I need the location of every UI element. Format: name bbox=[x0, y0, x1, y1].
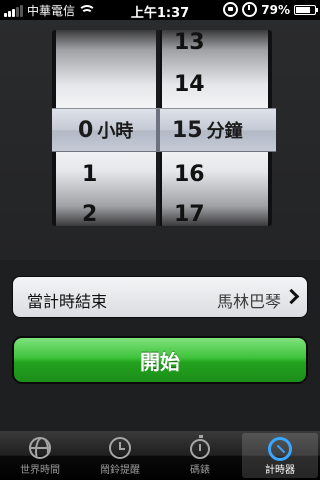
minutes-above-1[interactable]: 13 bbox=[174, 30, 268, 55]
selected-hours-value: 0 bbox=[78, 118, 94, 143]
selected-hours: 0 小時 bbox=[78, 117, 133, 143]
start-button[interactable]: 開始 bbox=[12, 336, 308, 384]
tab-bar: 世界時間 鬧鈴提醒 碼錶 計時器 bbox=[0, 431, 320, 480]
tab-timer-label: 計時器 bbox=[265, 465, 295, 476]
tab-stopwatch[interactable]: 碼錶 bbox=[162, 433, 238, 478]
tab-world-clock-label: 世界時間 bbox=[20, 465, 60, 476]
status-bar: 中華電信 上午1:37 79% bbox=[0, 0, 320, 21]
battery-percent: 79% bbox=[261, 2, 290, 17]
battery-fill bbox=[296, 6, 311, 13]
tab-alarm[interactable]: 鬧鈴提醒 bbox=[82, 433, 158, 478]
tab-stopwatch-label: 碼錶 bbox=[190, 465, 210, 476]
minutes-above-2[interactable]: 14 bbox=[174, 72, 268, 97]
tab-timer[interactable]: 計時器 bbox=[242, 433, 318, 478]
selection-indicator: 0 小時 15 分鐘 bbox=[52, 108, 276, 152]
hours-below-2[interactable]: 2 bbox=[82, 202, 158, 226]
alarm-clock-icon bbox=[109, 437, 131, 459]
status-right: 79% bbox=[223, 2, 318, 17]
rotation-lock-icon bbox=[223, 2, 239, 17]
minutes-below-1[interactable]: 16 bbox=[174, 162, 268, 187]
selected-minutes: 15 分鐘 bbox=[172, 117, 243, 143]
globe-icon bbox=[29, 437, 51, 459]
alarm-clock-icon bbox=[242, 2, 258, 17]
hours-below-1[interactable]: 1 bbox=[82, 162, 158, 187]
tab-alarm-label: 鬧鈴提醒 bbox=[100, 465, 140, 476]
when-timer-ends-row[interactable]: 當計時結束 馬林巴琴 bbox=[12, 276, 308, 318]
selected-minutes-value: 15 bbox=[172, 118, 203, 143]
when-timer-ends-label: 當計時結束 bbox=[27, 292, 108, 311]
tab-world-clock[interactable]: 世界時間 bbox=[2, 433, 78, 478]
hours-unit: 小時 bbox=[97, 121, 134, 142]
selection-divider bbox=[156, 109, 160, 151]
stopwatch-icon bbox=[190, 435, 210, 459]
when-timer-ends-value: 馬林巴琴 bbox=[216, 292, 281, 311]
timer-icon bbox=[268, 437, 292, 461]
minutes-below-2[interactable]: 17 bbox=[174, 202, 268, 226]
countdown-picker: 1 2 13 14 16 17 0 小時 15 分鐘 bbox=[0, 20, 320, 260]
battery-icon bbox=[294, 4, 318, 15]
chevron-right-icon bbox=[283, 288, 300, 305]
minutes-unit: 分鐘 bbox=[206, 121, 243, 142]
